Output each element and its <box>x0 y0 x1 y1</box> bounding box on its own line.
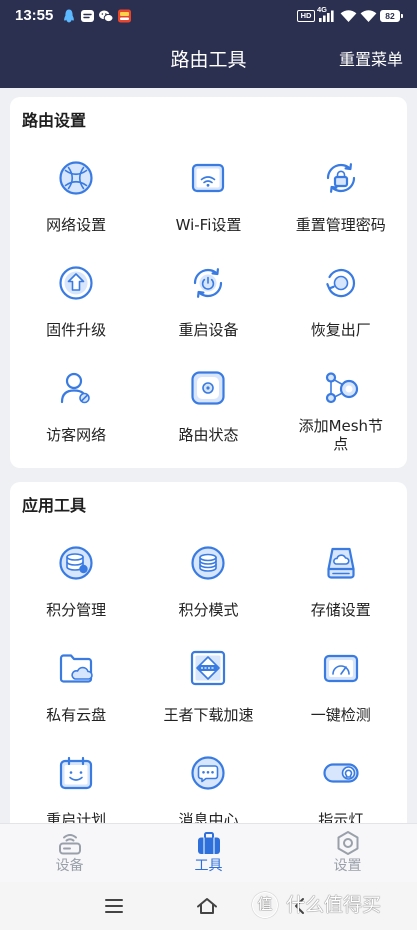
tool-game-download-boost[interactable]: 王者下载加速 <box>142 639 274 744</box>
tab-devices[interactable]: 设备 <box>0 824 139 882</box>
tool-storage-settings[interactable]: 存储设置 <box>275 534 407 639</box>
app-header: 路由工具 重置菜单 <box>0 32 417 88</box>
watermark-text: 什么值得买 <box>286 894 382 916</box>
cloud-folder-icon <box>56 648 96 688</box>
speed-gauge-icon <box>321 648 361 688</box>
globe-icon <box>56 158 96 198</box>
gear-icon <box>334 829 362 857</box>
menu-icon[interactable] <box>103 895 125 917</box>
indicator-light-icon <box>321 753 361 793</box>
reset-menu-button[interactable]: 重置菜单 <box>339 50 403 70</box>
tool-reset-admin-password[interactable]: 重置管理密码 <box>275 149 407 254</box>
tab-tools[interactable]: 工具 <box>139 824 278 882</box>
tool-private-cloud[interactable]: 私有云盘 <box>10 639 142 744</box>
tool-label: 访客网络 <box>46 426 107 444</box>
tool-label: 重启计划 <box>46 811 107 823</box>
tool-points-mode[interactable]: 积分模式 <box>142 534 274 639</box>
message-bubble-icon <box>188 753 228 793</box>
points-manage-icon <box>56 543 96 583</box>
tool-points-management[interactable]: 积分管理 <box>10 534 142 639</box>
factory-reset-icon <box>321 263 361 303</box>
tool-label: Wi-Fi设置 <box>175 216 242 234</box>
tool-restart-device[interactable]: 重启设备 <box>142 254 274 359</box>
restart-power-icon <box>188 263 228 303</box>
toolbox-icon <box>195 829 223 857</box>
upgrade-arrow-icon <box>56 263 96 303</box>
status-time: 13:55 <box>15 7 54 24</box>
game-boost-icon <box>188 648 228 688</box>
tool-network-settings[interactable]: 网络设置 <box>10 149 142 254</box>
router-icon <box>56 829 84 857</box>
tool-label: 一键检测 <box>310 706 371 724</box>
tool-label: 积分模式 <box>178 601 239 619</box>
router-status-icon <box>188 368 228 408</box>
lock-reset-icon <box>321 158 361 198</box>
tool-label: 路由状态 <box>178 426 239 444</box>
watermark: 值 什么值得买 <box>250 890 410 920</box>
tool-indicator-light[interactable]: 指示灯 <box>275 744 407 823</box>
app-tools-card: 应用工具 积分管理 积分模式 存储设置 私有云盘 王者下载加速 一键检测 重启计… <box>10 482 407 823</box>
watermark-logo: 值 <box>252 892 278 918</box>
qq-icon <box>64 9 74 23</box>
tool-label: 积分管理 <box>46 601 107 619</box>
tool-label: 消息中心 <box>178 811 239 823</box>
hd-voice-indicator: HD <box>297 10 315 22</box>
tab-label: 工具 <box>194 858 223 874</box>
tool-label: 重启设备 <box>178 321 239 339</box>
tool-label: 存储设置 <box>310 601 371 619</box>
tool-label: 私有云盘 <box>46 706 107 724</box>
status-bar: 13:55 HD 4G 82 <box>0 0 417 32</box>
tool-label: 恢复出厂 <box>310 321 371 339</box>
wechat-icon <box>99 10 114 23</box>
home-icon[interactable] <box>196 895 218 917</box>
tool-label: 网络设置 <box>46 216 107 234</box>
tool-factory-reset[interactable]: 恢复出厂 <box>275 254 407 359</box>
calendar-icon <box>56 753 96 793</box>
wifi-router-icon <box>188 158 228 198</box>
points-mode-icon <box>188 543 228 583</box>
tool-message-center[interactable]: 消息中心 <box>142 744 274 823</box>
bottom-tab-bar: 设备 工具 设置 <box>0 823 417 882</box>
tool-one-click-check[interactable]: 一键检测 <box>275 639 407 744</box>
message-icon <box>81 10 94 22</box>
guest-user-icon <box>56 368 96 408</box>
tool-label: 重置管理密码 <box>295 216 386 234</box>
tool-label: 王者下载加速 <box>163 706 254 724</box>
app-screen: 13:55 HD 4G 82 路由工具 重置菜单 路由设置 网络设置 Wi-Fi… <box>0 0 417 930</box>
tool-router-status[interactable]: 路由状态 <box>142 359 274 464</box>
router-settings-card: 路由设置 网络设置 Wi-Fi设置 重置管理密码 固件升级 重启设备 恢复出厂 … <box>10 97 407 468</box>
tool-add-mesh-node[interactable]: 添加Mesh节点 <box>275 359 407 464</box>
tool-label: 指示灯 <box>318 811 364 823</box>
storage-cloud-icon <box>321 543 361 583</box>
router-settings-grid: 网络设置 Wi-Fi设置 重置管理密码 固件升级 重启设备 恢复出厂 访客网络 … <box>10 149 407 464</box>
signal-bars-icon <box>319 10 334 22</box>
battery-level: 82 <box>380 10 403 22</box>
tool-label: 添加Mesh节点 <box>298 417 384 453</box>
tool-firmware-upgrade[interactable]: 固件升级 <box>10 254 142 359</box>
wifi-signal-icon <box>340 10 357 22</box>
tab-label: 设置 <box>333 858 362 874</box>
mesh-nodes-icon <box>321 368 361 408</box>
tool-label: 固件升级 <box>46 321 107 339</box>
tool-guest-network[interactable]: 访客网络 <box>10 359 142 464</box>
app-tools-grid: 积分管理 积分模式 存储设置 私有云盘 王者下载加速 一键检测 重启计划 消息中… <box>10 534 407 823</box>
section-title: 应用工具 <box>22 496 87 515</box>
tools-scroll-area[interactable]: 路由设置 网络设置 Wi-Fi设置 重置管理密码 固件升级 重启设备 恢复出厂 … <box>0 88 417 823</box>
tool-wifi-settings[interactable]: Wi-Fi设置 <box>142 149 274 254</box>
section-title: 路由设置 <box>22 111 87 130</box>
shopping-app-icon <box>118 9 131 23</box>
wifi-signal-icon <box>360 10 377 22</box>
tab-label: 设备 <box>55 858 84 874</box>
tab-settings[interactable]: 设置 <box>278 824 417 882</box>
tool-restart-schedule[interactable]: 重启计划 <box>10 744 142 823</box>
